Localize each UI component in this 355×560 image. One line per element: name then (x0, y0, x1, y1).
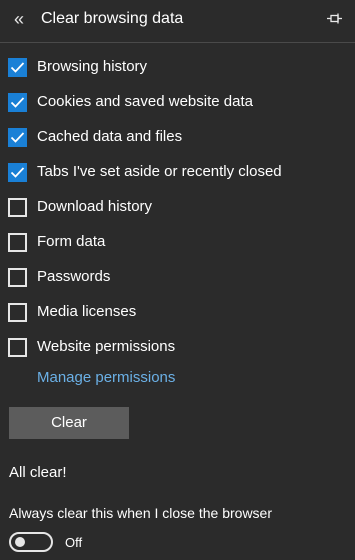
option-label: Tabs I've set aside or recently closed (37, 163, 282, 180)
option-cookies[interactable]: Cookies and saved website data (8, 92, 338, 116)
option-label: Media licenses (37, 303, 137, 320)
checkbox-unchecked[interactable] (8, 233, 27, 252)
option-label: Form data (37, 233, 106, 250)
pin-icon (327, 13, 342, 24)
checkbox-unchecked[interactable] (8, 338, 27, 357)
option-download-history[interactable]: Download history (8, 197, 338, 221)
option-media-licenses[interactable]: Media licenses (8, 302, 338, 326)
checkmark-icon (10, 97, 25, 108)
option-label: Cached data and files (37, 128, 183, 145)
back-button[interactable]: « (8, 8, 30, 30)
option-label: Download history (37, 198, 153, 215)
always-clear-label: Always clear this when I close the brows… (9, 505, 272, 521)
panel-header: « Clear browsing data (0, 0, 355, 43)
option-label: Website permissions (37, 338, 176, 355)
option-tabs-set-aside[interactable]: Tabs I've set aside or recently closed (8, 162, 338, 186)
clear-browsing-data-panel: « Clear browsing data Browsing history C… (0, 0, 355, 560)
checkbox-unchecked[interactable] (8, 268, 27, 287)
checkbox-checked[interactable] (8, 128, 27, 147)
checkbox-unchecked[interactable] (8, 198, 27, 217)
option-form-data[interactable]: Form data (8, 232, 338, 256)
double-chevron-left-icon: « (13, 9, 24, 29)
option-cached-data[interactable]: Cached data and files (8, 127, 338, 151)
panel-title: Clear browsing data (41, 10, 184, 27)
clear-button[interactable]: Clear (9, 407, 129, 439)
option-label: Browsing history (37, 58, 148, 75)
option-label: Cookies and saved website data (37, 93, 253, 110)
checkmark-icon (10, 132, 25, 143)
checkmark-icon (10, 167, 25, 178)
checkbox-checked[interactable] (8, 58, 27, 77)
option-website-permissions[interactable]: Website permissions (8, 337, 338, 361)
always-clear-toggle[interactable] (9, 532, 53, 552)
status-text: All clear! (9, 464, 67, 481)
option-browsing-history[interactable]: Browsing history (8, 57, 338, 81)
checkbox-unchecked[interactable] (8, 303, 27, 322)
checkbox-checked[interactable] (8, 93, 27, 112)
option-passwords[interactable]: Passwords (8, 267, 338, 291)
checkbox-checked[interactable] (8, 163, 27, 182)
option-label: Passwords (37, 268, 111, 285)
manage-permissions-link[interactable]: Manage permissions (37, 369, 175, 386)
checkmark-icon (10, 62, 25, 73)
toggle-knob (15, 537, 25, 547)
toggle-state-label: Off (65, 535, 83, 550)
pin-button[interactable] (325, 10, 345, 30)
